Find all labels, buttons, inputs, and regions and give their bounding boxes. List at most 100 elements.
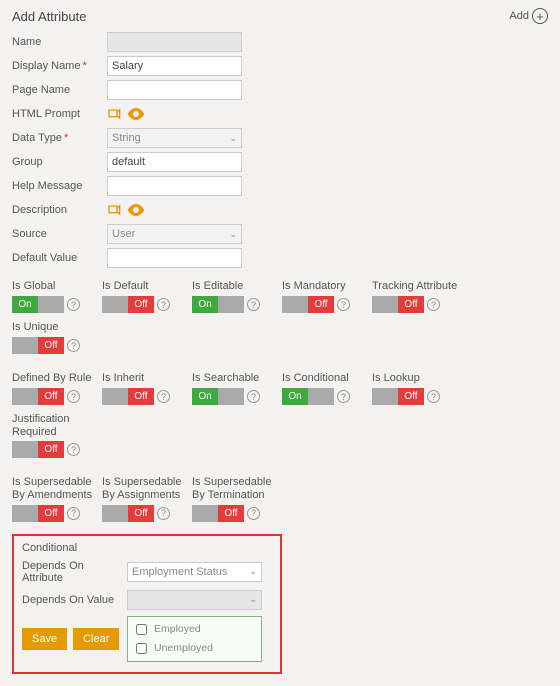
eye-icon[interactable] bbox=[127, 204, 145, 216]
toggle-switch[interactable]: Off bbox=[12, 388, 64, 405]
toggle-cell: Tracking AttributeOff? bbox=[372, 280, 462, 313]
display-name-input[interactable] bbox=[107, 56, 242, 76]
default-value-input[interactable] bbox=[107, 248, 242, 268]
toggle-cell: Is ConditionalOn? bbox=[282, 372, 372, 405]
toggle-label: Justification Required bbox=[12, 413, 102, 438]
depends-on-attribute-value: Employment Status bbox=[132, 566, 227, 578]
help-icon[interactable]: ? bbox=[157, 298, 170, 311]
depends-on-value-options: Employed Unemployed bbox=[127, 616, 262, 662]
toggle-switch[interactable]: On bbox=[192, 388, 244, 405]
help-icon[interactable]: ? bbox=[67, 443, 80, 456]
toggle-cell: Is Global On? bbox=[12, 280, 102, 313]
help-icon[interactable]: ? bbox=[247, 390, 260, 403]
group-input[interactable] bbox=[107, 152, 242, 172]
data-type-select[interactable]: String ⌄ bbox=[107, 128, 242, 148]
label-page-name: Page Name bbox=[12, 84, 107, 96]
add-button[interactable]: Add + bbox=[509, 8, 548, 24]
label-html-prompt: HTML Prompt bbox=[12, 108, 107, 120]
plus-icon: + bbox=[532, 8, 548, 24]
conditional-panel: Conditional Depends On Attribute Employm… bbox=[12, 534, 282, 674]
help-icon[interactable]: ? bbox=[67, 298, 80, 311]
toggle-switch[interactable]: Off bbox=[372, 388, 424, 405]
depends-on-value-select[interactable]: ⌄ bbox=[127, 590, 262, 610]
help-message-input[interactable] bbox=[107, 176, 242, 196]
chevron-down-icon: ⌄ bbox=[229, 133, 237, 144]
label-group: Group bbox=[12, 156, 107, 168]
help-icon[interactable]: ? bbox=[427, 298, 440, 311]
depends-on-attribute-label: Depends On Attribute bbox=[22, 560, 127, 584]
data-type-value: String bbox=[112, 132, 141, 144]
edit-icon[interactable] bbox=[107, 203, 123, 217]
save-button[interactable]: Save bbox=[22, 628, 67, 650]
name-input[interactable] bbox=[107, 32, 242, 52]
help-icon[interactable]: ? bbox=[337, 298, 350, 311]
help-icon[interactable]: ? bbox=[67, 390, 80, 403]
toggle-label: Is Searchable bbox=[192, 372, 282, 385]
toggles-row-2: Defined By RuleOff?Is InheritOff?Is Sear… bbox=[12, 372, 548, 466]
label-description: Description bbox=[12, 204, 107, 216]
toggle-switch[interactable]: Off bbox=[102, 296, 154, 313]
toggle-label: Is Editable bbox=[192, 280, 282, 293]
toggle-label: Is Default bbox=[102, 280, 192, 293]
toggle-switch[interactable]: Off bbox=[102, 388, 154, 405]
toggle-switch[interactable]: Off bbox=[282, 296, 334, 313]
help-icon[interactable]: ? bbox=[67, 339, 80, 352]
toggle-switch[interactable]: On bbox=[12, 296, 64, 313]
label-source: Source bbox=[12, 228, 107, 240]
toggles-row-1: Is Global On? Is Default Off? Is Editable On?… bbox=[12, 280, 548, 362]
toggle-label: Is Lookup bbox=[372, 372, 462, 385]
toggle-label: Is Supersedable By Assignments bbox=[102, 476, 192, 501]
toggle-label: Is Supersedable By Termination bbox=[192, 476, 282, 501]
add-label: Add bbox=[509, 10, 529, 22]
toggle-switch[interactable]: Off bbox=[12, 337, 64, 354]
toggle-switch[interactable]: Off bbox=[102, 505, 154, 522]
toggle-cell: Is Supersedable By Amendments Off? bbox=[12, 476, 102, 521]
toggle-label: Is Supersedable By Amendments bbox=[12, 476, 102, 501]
option-employed-checkbox[interactable] bbox=[136, 624, 147, 635]
edit-icon[interactable] bbox=[107, 107, 123, 121]
label-data-type: Data Type* bbox=[12, 132, 107, 144]
toggle-cell: Is Default Off? bbox=[102, 280, 192, 313]
toggle-label: Is Inherit bbox=[102, 372, 192, 385]
toggles-row-3: Is Supersedable By AmendmentsOff?Is Supe… bbox=[12, 476, 548, 529]
help-icon[interactable]: ? bbox=[247, 507, 260, 520]
toggle-cell: Is Mandatory Off? bbox=[282, 280, 372, 313]
help-icon[interactable]: ? bbox=[157, 507, 170, 520]
toggle-switch[interactable]: Off bbox=[372, 296, 424, 313]
toggle-switch[interactable]: Off bbox=[192, 505, 244, 522]
clear-button[interactable]: Clear bbox=[73, 628, 119, 650]
toggle-switch[interactable]: Off bbox=[12, 505, 64, 522]
toggle-cell: Defined By Rule Off? bbox=[12, 372, 102, 405]
depends-on-attribute-select[interactable]: Employment Status ⌄ bbox=[127, 562, 262, 582]
toggle-label: Is Mandatory bbox=[282, 280, 372, 293]
toggle-label: Is Global bbox=[12, 280, 102, 293]
label-default-value: Default Value bbox=[12, 252, 107, 264]
chevron-down-icon: ⌄ bbox=[249, 594, 257, 605]
help-icon[interactable]: ? bbox=[157, 390, 170, 403]
source-value: User bbox=[112, 228, 135, 240]
toggle-switch[interactable]: Off bbox=[12, 441, 64, 458]
page-name-input[interactable] bbox=[107, 80, 242, 100]
toggle-cell: Is Supersedable By Assignments Off? bbox=[102, 476, 192, 521]
option-unemployed-checkbox[interactable] bbox=[136, 643, 147, 654]
eye-icon[interactable] bbox=[127, 108, 145, 120]
source-select[interactable]: User ⌄ bbox=[107, 224, 242, 244]
help-icon[interactable]: ? bbox=[67, 507, 80, 520]
option-unemployed[interactable]: Unemployed bbox=[132, 639, 257, 658]
toggle-label: Defined By Rule bbox=[12, 372, 102, 385]
chevron-down-icon: ⌄ bbox=[229, 229, 237, 240]
help-icon[interactable]: ? bbox=[337, 390, 350, 403]
help-icon[interactable]: ? bbox=[427, 390, 440, 403]
depends-on-value-label: Depends On Value bbox=[22, 594, 127, 606]
label-help-message: Help Message bbox=[12, 180, 107, 192]
toggle-cell: Is Supersedable By Termination Off? bbox=[192, 476, 282, 521]
conditional-title: Conditional bbox=[22, 542, 272, 554]
toggle-cell: Is Searchable On? bbox=[192, 372, 282, 405]
toggle-switch[interactable]: On bbox=[192, 296, 244, 313]
toggle-switch[interactable]: On bbox=[282, 388, 334, 405]
option-employed[interactable]: Employed bbox=[132, 620, 257, 639]
toggle-cell: Is Unique Off? bbox=[12, 321, 102, 354]
help-icon[interactable]: ? bbox=[247, 298, 260, 311]
label-display-name: Display Name* bbox=[12, 60, 107, 72]
toggle-label: Is Unique bbox=[12, 321, 102, 334]
